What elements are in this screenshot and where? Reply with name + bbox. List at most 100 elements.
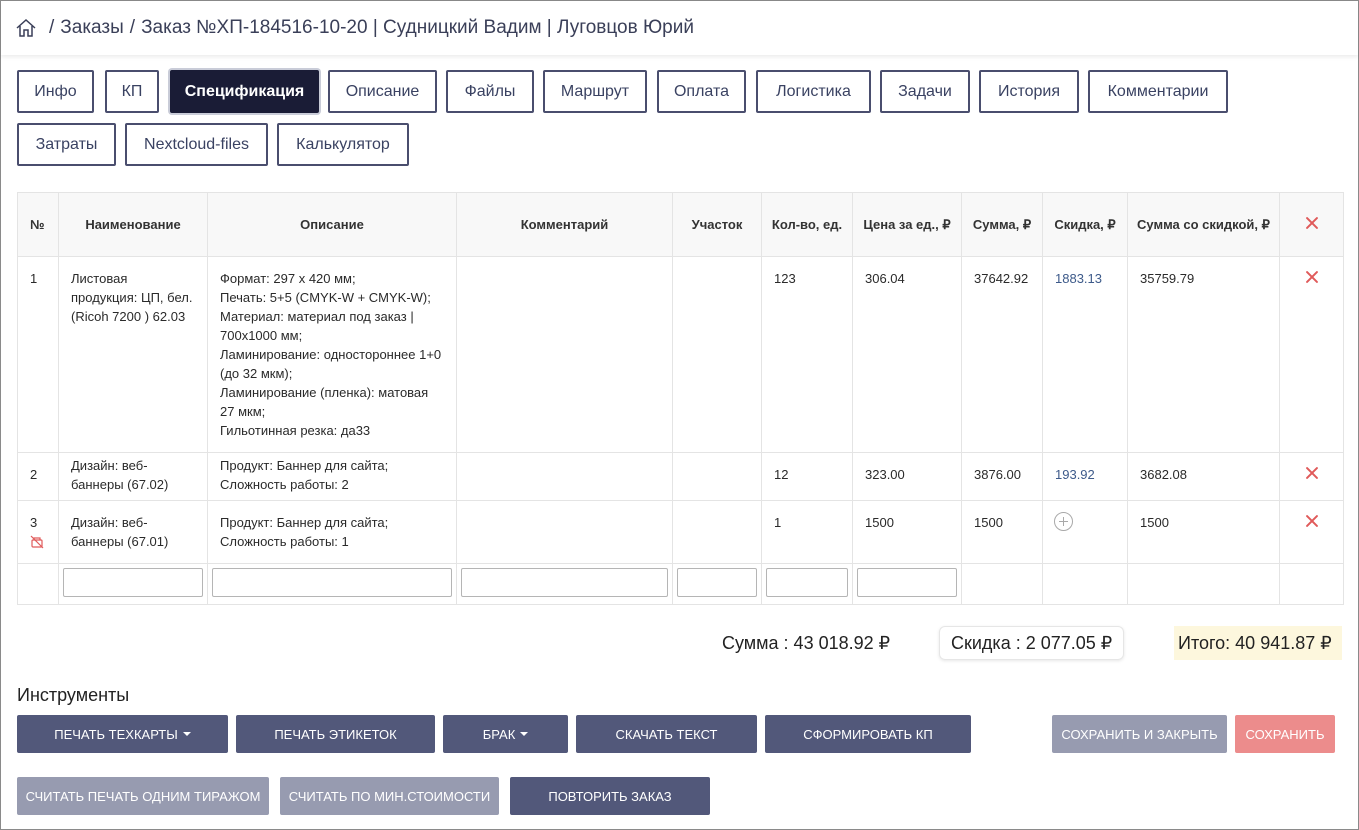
column-header-comment: Комментарий [456, 192, 673, 257]
row-name[interactable]: Дизайн: веб-баннеры (67.02) [58, 452, 208, 501]
new-row-quantity-cell [761, 563, 853, 605]
description-line: Ламинирование (пленка): матовая 27 мкм; [220, 385, 429, 419]
save-and-close-button[interactable]: Сохранить и закрыть [1052, 715, 1227, 753]
new-price-input[interactable] [857, 568, 957, 597]
description-line: Гильотинная резка: да33 [220, 423, 371, 438]
description-line: Продукт: Баннер для сайта; [220, 458, 389, 473]
tab-files[interactable]: Файлы [446, 70, 534, 113]
new-row-comment-cell [456, 563, 673, 605]
row-area[interactable] [672, 452, 762, 501]
column-header-discount: Скидка, ₽ [1042, 192, 1128, 257]
caret-down-icon [520, 732, 529, 736]
delete-all-icon[interactable] [1304, 215, 1320, 231]
row-description: Продукт: Баннер для сайта; Сложность раб… [207, 500, 457, 564]
description-line: Формат: 297 х 420 мм; [220, 271, 356, 286]
tab-description[interactable]: Описание [328, 70, 437, 113]
row-name[interactable]: Листовая продукция: ЦП, бел. (Ricoh 7200… [58, 256, 208, 453]
new-area-input[interactable] [677, 568, 757, 597]
row-unit-price: 1500 [852, 500, 962, 564]
new-row [17, 563, 1344, 605]
row-comment[interactable] [456, 256, 673, 453]
new-quantity-input[interactable] [766, 568, 848, 597]
column-header-description: Описание [207, 192, 457, 257]
add-discount-icon[interactable] [1054, 512, 1073, 531]
tab-tasks[interactable]: Задачи [880, 70, 970, 113]
home-icon[interactable] [15, 17, 37, 39]
tab-calculator[interactable]: Калькулятор [277, 123, 409, 166]
row-area[interactable] [672, 500, 762, 564]
row-name[interactable]: Дизайн: веб-баннеры (67.01) [58, 500, 208, 564]
breadcrumb-separator: / [129, 17, 136, 38]
tab-specification[interactable]: Спецификация [170, 70, 319, 113]
tab-payment[interactable]: Оплата [657, 70, 746, 113]
row-sum-with-discount: 1500 [1127, 500, 1280, 564]
table-row: 1 Листовая продукция: ЦП, бел. (Ricoh 72… [17, 256, 1344, 453]
tab-history[interactable]: История [979, 70, 1079, 113]
row-comment[interactable] [456, 452, 673, 501]
row-delete-cell [1279, 500, 1344, 564]
row-sum: 1500 [961, 500, 1043, 564]
defect-button[interactable]: Брак [443, 715, 568, 753]
column-header-name: Наименование [58, 192, 208, 257]
tab-kp[interactable]: КП [105, 70, 159, 113]
row-description: Продукт: Баннер для сайта; Сложность раб… [207, 452, 457, 501]
download-text-button[interactable]: Скачать текст [576, 715, 757, 753]
column-header-quantity: Кол-во, ед. [761, 192, 853, 257]
save-button[interactable]: Сохранить [1235, 715, 1335, 753]
tab-nextcloud-files[interactable]: Nextcloud-files [125, 123, 268, 166]
row-area[interactable] [672, 256, 762, 453]
column-header-delete [1279, 192, 1344, 257]
row-discount-link[interactable]: 1883.13 [1042, 256, 1128, 453]
column-header-area: Участок [672, 192, 762, 257]
new-row-description-cell [207, 563, 457, 605]
row-sum: 3876.00 [961, 452, 1043, 501]
description-line: Сложность работы: 1 [220, 534, 349, 549]
count-min-cost-button[interactable]: Считать по мин.стоимости [280, 777, 499, 815]
description-line: Сложность работы: 2 [220, 477, 349, 492]
tab-logistics[interactable]: Логистика [756, 70, 871, 113]
tab-route[interactable]: Маршрут [543, 70, 647, 113]
repeat-order-button[interactable]: Повторить заказ [510, 777, 710, 815]
row-number-cell: 3 [17, 500, 59, 564]
count-one-run-button[interactable]: Считать печать одним тиражом [17, 777, 269, 815]
print-techcards-button[interactable]: Печать техкарты [17, 715, 228, 753]
new-name-input[interactable] [63, 568, 203, 597]
row-unit-price: 323.00 [852, 452, 962, 501]
caret-down-icon [182, 732, 191, 736]
description-line: Продукт: Баннер для сайта; [220, 515, 389, 530]
table-header-row: № Наименование Описание Комментарий Учас… [17, 192, 1344, 257]
delete-row-icon[interactable] [1304, 465, 1320, 481]
tab-costs[interactable]: Затраты [17, 123, 116, 166]
breadcrumb: / Заказы / Заказ №ХП-184516-10-20 | Судн… [1, 1, 1358, 55]
total-discount[interactable]: Скидка : 2 077.05 ₽ [939, 626, 1125, 660]
row-discount-cell [1042, 500, 1128, 564]
table-row: 3 Дизайн: веб-баннеры (67.01) Продукт: Б… [17, 500, 1344, 564]
print-labels-button[interactable]: Печать этикеток [236, 715, 435, 753]
new-row-sum-discount-cell [1127, 563, 1280, 605]
description-line: Ламинирование: одностороннее 1+0 (до 32 … [220, 347, 442, 381]
new-row-delete-cell [1279, 563, 1344, 605]
new-description-input[interactable] [212, 568, 452, 597]
new-row-sum-cell [961, 563, 1043, 605]
row-sum: 37642.92 [961, 256, 1043, 453]
grand-total: Итого: 40 941.87 ₽ [1174, 626, 1342, 660]
tools-title: Инструменты [17, 685, 130, 705]
breadcrumb-orders[interactable]: Заказы [60, 17, 124, 39]
row-quantity: 123 [761, 256, 853, 453]
new-row-name-cell [58, 563, 208, 605]
row-comment[interactable] [456, 500, 673, 564]
column-header-unit-price: Цена за ед., ₽ [852, 192, 962, 257]
column-header-sum: Сумма, ₽ [961, 192, 1043, 257]
new-row-area-cell [672, 563, 762, 605]
delete-row-icon[interactable] [1304, 269, 1320, 285]
new-comment-input[interactable] [461, 568, 668, 597]
tab-comments[interactable]: Комментарии [1088, 70, 1228, 113]
row-delete-cell [1279, 452, 1344, 501]
row-sum-with-discount: 35759.79 [1127, 256, 1280, 453]
make-kp-button[interactable]: Сформировать КП [765, 715, 971, 753]
tab-info[interactable]: Инфо [17, 70, 94, 113]
delete-row-icon[interactable] [1304, 513, 1320, 529]
new-row-price-cell [852, 563, 962, 605]
row-discount-link[interactable]: 193.92 [1042, 452, 1128, 501]
print-techcards-label: Печать техкарты [54, 726, 178, 742]
